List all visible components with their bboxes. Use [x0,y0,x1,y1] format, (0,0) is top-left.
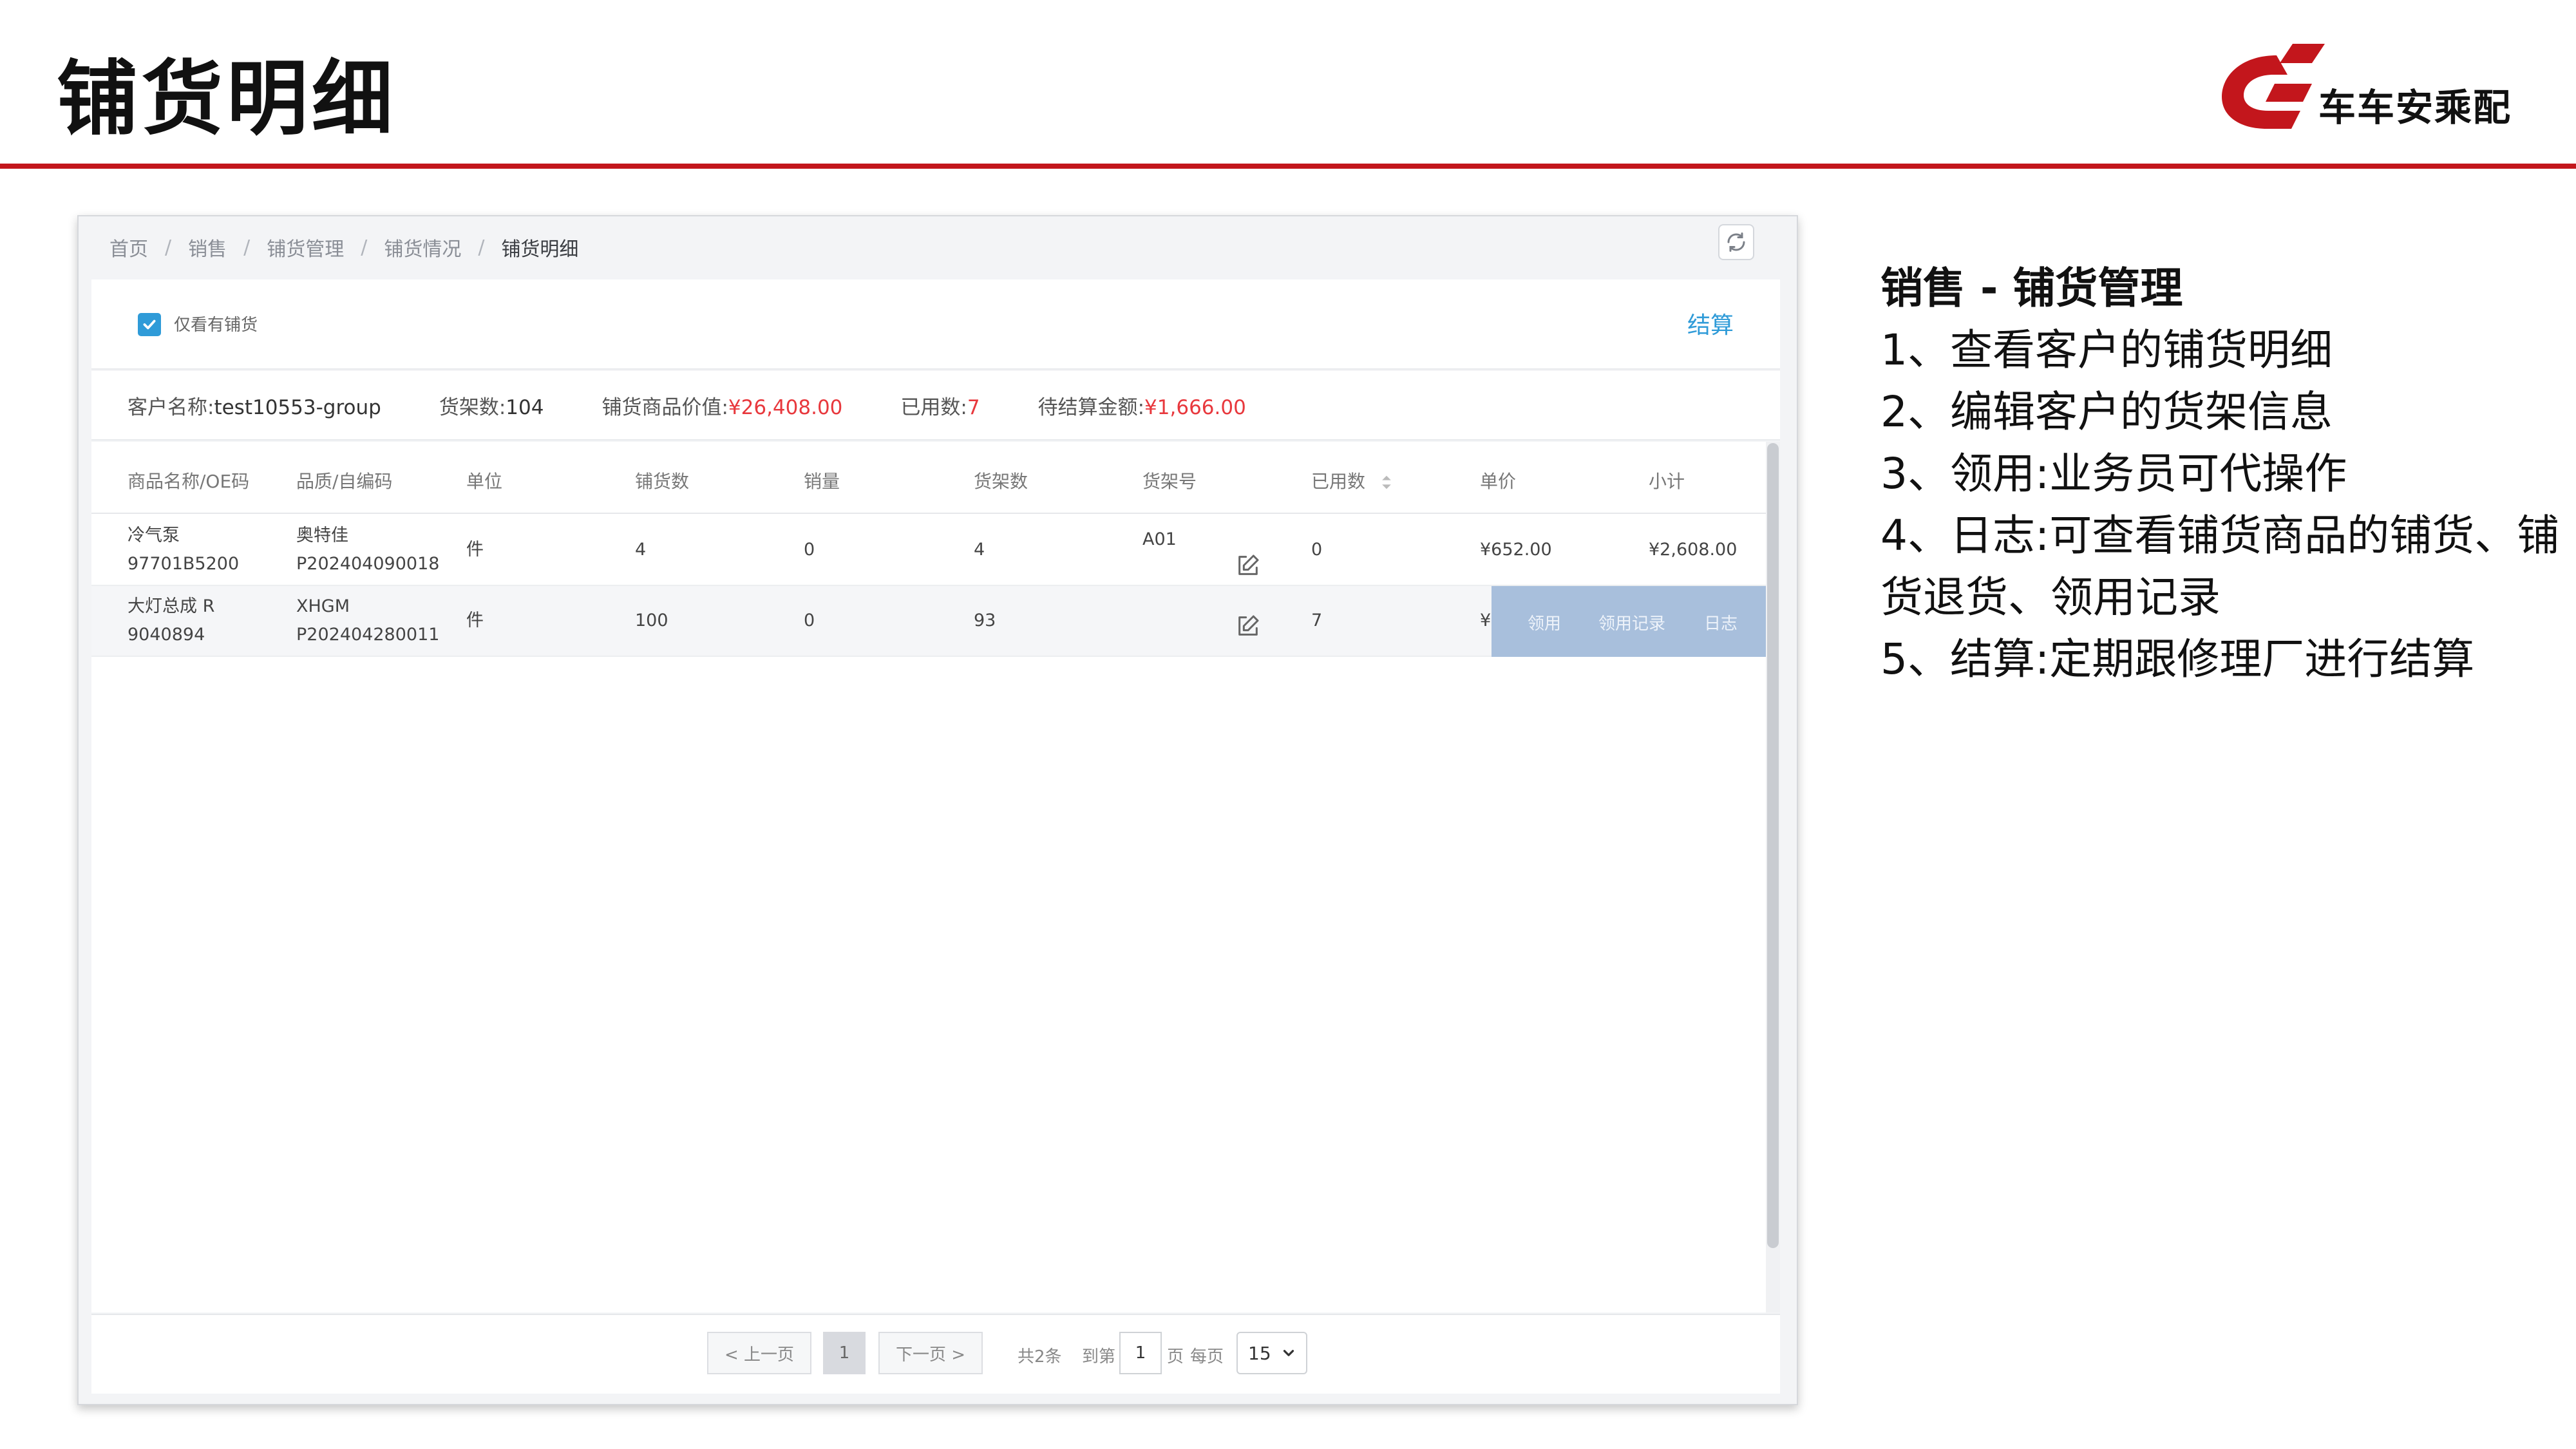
table-header: 商品名称/OE码 品质/自编码 单位 铺货数 销量 货架数 货架号 已用数 单价… [91,442,1780,514]
breadcrumb: 首页 / 销售 / 铺货管理 / 铺货情况 / 铺货明细 [109,228,578,267]
consigned-qty: 4 [635,540,647,560]
oe-code: 9040894 [128,625,205,645]
column-header-used[interactable]: 已用数 [1311,468,1393,493]
notes-heading: 销售 - 铺货管理 [1880,263,2183,313]
breadcrumb-consignment-management[interactable]: 铺货管理 [267,233,344,261]
chevron-down-icon [1283,1350,1294,1356]
column-header-unit: 单位 [466,471,503,492]
per-page-label: 每页 [1190,1347,1224,1367]
app-screenshot: 首页 / 销售 / 铺货管理 / 铺货情况 / 铺货明细 仅看有铺货 结算 客户… [77,215,1798,1405]
per-page-select[interactable]: 15 [1236,1332,1307,1374]
feature-notes: 销售 - 铺货管理 1、查看客户的铺货明细 2、编辑客户的货架信息 3、领用:业… [1880,258,2563,690]
self-code: P202404090018 [296,554,440,574]
only-consigned-checkbox[interactable] [138,313,161,336]
breadcrumb-current: 铺货明细 [501,238,579,261]
notes-item: 1、查看客户的铺货明细 [1880,325,2333,375]
notes-item: 5、结算:定期跟修理厂进行结算 [1880,634,2475,684]
only-consigned-label[interactable]: 仅看有铺货 [174,312,258,336]
used-count: 已用数:7 [900,395,980,419]
breadcrumb-separator: / [165,236,172,259]
per-page-value: 15 [1248,1342,1271,1364]
row-action-bar: 领用 领用记录 日志 [1492,586,1775,657]
edit-shelf-icon[interactable] [1235,613,1261,639]
refresh-button[interactable] [1718,224,1754,260]
unit: 件 [466,540,484,560]
breadcrumb-consignment-status[interactable]: 铺货情况 [384,233,461,261]
self-code: P202404280011 [296,625,440,645]
page-label: 页 [1167,1347,1184,1367]
breadcrumb-home[interactable]: 首页 [109,233,148,261]
column-header-name-oe: 商品名称/OE码 [128,471,250,492]
notes-item: 4、日志:可查看铺货商品的铺货、铺货退货、领用记录 [1880,511,2560,622]
notes-item: 2、编辑客户的货架信息 [1880,387,2333,437]
shelf-count: 93 [974,611,996,630]
sales-qty: 0 [804,540,815,560]
oe-code: 97701B5200 [128,554,240,574]
prev-page-button[interactable]: < 上一页 [707,1332,811,1374]
column-header-quality-code: 品质/自编码 [296,471,393,492]
settle-button[interactable]: 结算 [1687,307,1734,340]
sales-qty: 0 [804,611,815,630]
used-qty: 7 [1311,611,1323,630]
used-qty: 0 [1311,540,1323,560]
shelf-count: 4 [974,540,985,560]
pending-settlement-amount: 待结算金额:¥1,666.00 [1037,395,1246,419]
breadcrumb-separator: / [243,236,251,259]
consigned-goods-value: 铺货商品价值:¥26,408.00 [601,395,843,419]
column-header-shelf-no: 货架号 [1142,471,1197,492]
customer-name: 客户名称:test10553-group [128,395,381,419]
filter-bar: 仅看有铺货 结算 [91,279,1780,370]
unit-price: ¥652.00 [1480,540,1552,560]
quality: XHGM [296,596,350,616]
claim-record-button[interactable]: 领用记录 [1598,611,1665,634]
edit-shelf-icon[interactable] [1235,553,1261,578]
pagination: < 上一页 1 下一页 > 共2条 到第 1 页 每页 15 [91,1314,1780,1394]
shelf-count: 货架数:104 [439,395,544,419]
column-header-unit-price: 单价 [1480,471,1517,492]
quality: 奥特佳 [296,526,348,545]
summary-bar: 客户名称:test10553-group 货架数:104 铺货商品价值:¥26,… [91,371,1780,440]
column-header-subtotal: 小计 [1649,471,1685,492]
table-row[interactable]: 大灯总成 R 9040894 XHGM P202404280011 件 100 … [91,586,1775,657]
slide-title: 铺货明细 [57,52,397,146]
sort-icon[interactable] [1380,475,1393,490]
shelf-number: A01 [1142,529,1177,549]
table-scrollbar[interactable] [1766,442,1780,1312]
log-button[interactable]: 日志 [1704,611,1738,634]
claim-button[interactable]: 领用 [1528,611,1561,634]
refresh-icon [1727,232,1745,252]
brand-logo-icon [2222,44,2325,129]
checkmark-icon [143,319,156,330]
product-name: 冷气泵 [128,526,180,545]
column-header-sales: 销量 [804,471,840,492]
breadcrumb-separator: / [478,236,485,259]
consigned-qty: 100 [635,611,668,630]
subtotal: ¥2,608.00 [1649,540,1738,560]
notes-item: 3、领用:业务员可代操作 [1880,449,2347,498]
brand-logo: 车车安乘配 [2215,37,2524,134]
breadcrumb-sales[interactable]: 销售 [188,233,227,261]
product-name: 大灯总成 R [128,596,215,616]
column-header-shelf-count: 货架数 [974,471,1028,492]
consignment-table: 商品名称/OE码 品质/自编码 单位 铺货数 销量 货架数 货架号 已用数 单价… [91,442,1780,1312]
goto-page-input[interactable]: 1 [1119,1332,1162,1374]
next-page-button[interactable]: 下一页 > [878,1332,983,1374]
goto-label: 到第 [1082,1347,1116,1367]
table-row[interactable]: 冷气泵 97701B5200 奥特佳 P202404090018 件 4 0 4… [91,515,1766,586]
header-divider [0,164,2576,169]
column-header-consigned-qty: 铺货数 [635,471,690,492]
scrollbar-thumb[interactable] [1767,443,1779,1248]
total-count: 共2条 [1018,1347,1062,1367]
breadcrumb-separator: / [361,236,368,259]
brand-logo-text: 车车安乘配 [2318,86,2512,129]
page-number-current[interactable]: 1 [823,1332,866,1374]
unit: 件 [466,611,484,630]
